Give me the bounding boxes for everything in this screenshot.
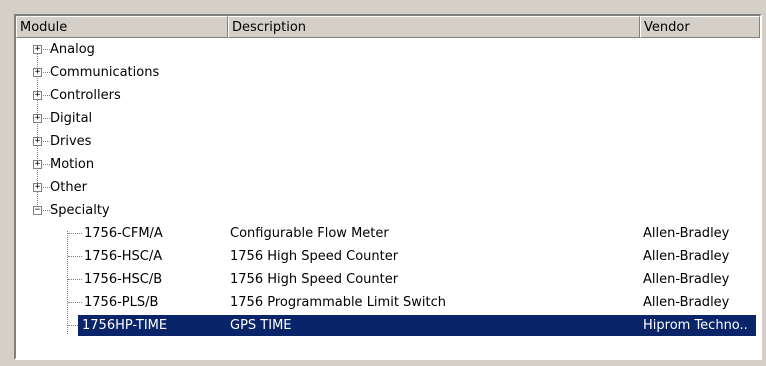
tree-node-controllers[interactable]: + Controllers (16, 84, 760, 107)
tree-node-communications[interactable]: + Communications (16, 61, 760, 84)
expand-icon[interactable]: + (33, 91, 42, 100)
module-description: 1756 High Speed Counter (230, 249, 399, 264)
expand-icon[interactable]: + (33, 183, 42, 192)
module-name: 1756-HSC/A (84, 249, 163, 264)
module-row[interactable]: 1756-PLS/B 1756 Programmable Limit Switc… (16, 291, 760, 314)
module-vendor: Allen-Bradley (643, 226, 730, 241)
tree-node-label: Communications (50, 65, 160, 80)
module-tree-list: Module Description Vendor + Analog + Com… (14, 14, 762, 360)
tree-node-analog[interactable]: + Analog (16, 38, 760, 61)
tree-node-specialty[interactable]: − Specialty (16, 199, 760, 222)
tree-node-label: Motion (50, 157, 95, 172)
column-header-description[interactable]: Description (228, 16, 640, 38)
collapse-icon[interactable]: − (33, 206, 42, 215)
module-row[interactable]: 1756-CFM/A Configurable Flow Meter Allen… (16, 222, 760, 245)
module-name: 1756HP-TIME (82, 318, 168, 333)
module-row[interactable]: 1756-HSC/B 1756 High Speed Counter Allen… (16, 268, 760, 291)
module-name: 1756-PLS/B (84, 295, 159, 310)
expand-icon[interactable]: + (33, 68, 42, 77)
tree-node-label: Specialty (50, 203, 110, 218)
tree-node-label: Analog (50, 42, 95, 57)
module-description: GPS TIME (230, 318, 292, 333)
tree-node-label: Drives (50, 134, 92, 149)
tree-node-motion[interactable]: + Motion (16, 153, 760, 176)
module-vendor: Hiprom Techno.. (643, 318, 748, 333)
tree-node-digital[interactable]: + Digital (16, 107, 760, 130)
module-vendor: Allen-Bradley (643, 272, 730, 287)
module-description: 1756 Programmable Limit Switch (230, 295, 447, 310)
module-name: 1756-CFM/A (84, 226, 163, 241)
column-header-vendor[interactable]: Vendor (640, 16, 760, 38)
tree-node-label: Digital (50, 111, 93, 126)
column-header-bar: Module Description Vendor (16, 16, 760, 38)
expand-icon[interactable]: + (33, 160, 42, 169)
expand-icon[interactable]: + (33, 114, 42, 123)
module-description: Configurable Flow Meter (230, 226, 389, 241)
expand-icon[interactable]: + (33, 45, 42, 54)
module-name: 1756-HSC/B (84, 272, 163, 287)
tree-node-label: Controllers (50, 88, 121, 103)
module-description: 1756 High Speed Counter (230, 272, 399, 287)
tree-node-drives[interactable]: + Drives (16, 130, 760, 153)
module-vendor: Allen-Bradley (643, 295, 730, 310)
module-row-selected[interactable]: 1756HP-TIME GPS TIME Hiprom Techno.. (16, 314, 760, 337)
column-header-module[interactable]: Module (16, 16, 228, 38)
module-vendor: Allen-Bradley (643, 249, 730, 264)
module-row[interactable]: 1756-HSC/A 1756 High Speed Counter Allen… (16, 245, 760, 268)
expand-icon[interactable]: + (33, 137, 42, 146)
tree-body: + Analog + Communications + Controllers … (16, 38, 760, 358)
tree-node-label: Other (50, 180, 87, 195)
tree-node-other[interactable]: + Other (16, 176, 760, 199)
